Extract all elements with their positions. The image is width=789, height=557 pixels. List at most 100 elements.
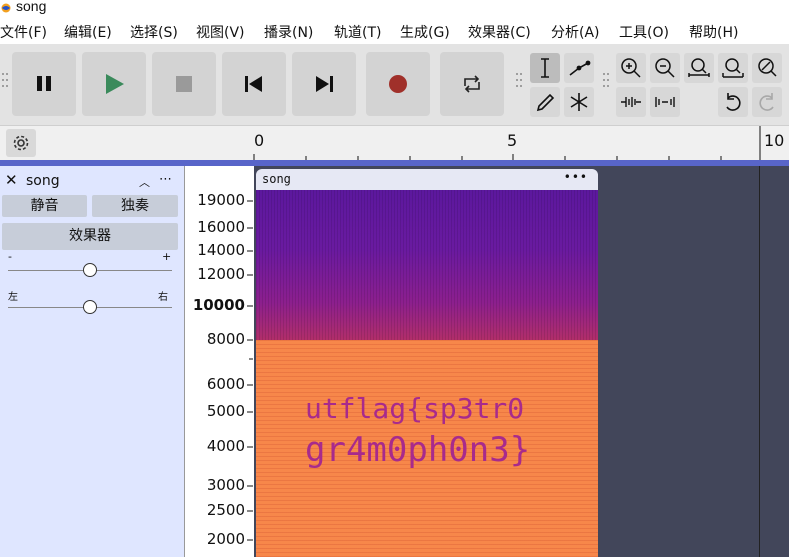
play-icon [106, 74, 124, 94]
multi-tool-button[interactable] [564, 87, 594, 117]
trim-outside-icon [621, 97, 641, 107]
frequency-scale[interactable]: 19000 16000 14000 12000 10000 8000 6000 … [185, 166, 254, 557]
zoom-out-button[interactable] [650, 53, 680, 83]
clip-header[interactable]: song ••• [256, 169, 598, 190]
scale-tick-label: 10000 [192, 296, 245, 314]
zoom-toggle-button[interactable] [752, 53, 782, 83]
skip-end-icon [316, 76, 333, 92]
menu-tools[interactable]: 工具(O) [619, 22, 669, 42]
scale-tick-label: 3000 [206, 476, 245, 494]
zoom-toggle-icon [758, 58, 777, 77]
scale-tick-label: 14000 [197, 241, 245, 259]
menu-tracks[interactable]: 轨道(T) [334, 22, 381, 42]
spectrogram-text-line-2: gr4m0ph0n3} [305, 430, 531, 470]
undo-button[interactable] [718, 87, 748, 117]
scale-tick-label: 6000 [206, 375, 245, 393]
window-title: song [16, 0, 47, 14]
ruler-label: 10 [764, 131, 785, 150]
trim-outside-button[interactable] [616, 87, 646, 117]
draw-tool-button[interactable] [530, 87, 560, 117]
gain-max-label: + [162, 250, 172, 263]
scale-tick-label: 19000 [197, 191, 245, 209]
selection-tool-icon [541, 58, 549, 78]
redo-button[interactable] [752, 87, 782, 117]
zoom-out-icon [655, 58, 675, 78]
loop-icon [464, 75, 480, 93]
silence-selection-icon [655, 97, 675, 107]
solo-button[interactable]: 独奏 [92, 195, 178, 217]
fit-selection-button[interactable] [684, 53, 714, 83]
spectrogram-high-band [256, 190, 598, 340]
menu-help[interactable]: 帮助(H) [689, 22, 738, 42]
record-button[interactable] [366, 52, 430, 116]
ruler-label: 5 [507, 131, 518, 150]
menu-view[interactable]: 视图(V) [196, 22, 245, 42]
skip-to-start-button[interactable] [222, 52, 286, 116]
envelope-tool-button[interactable] [564, 53, 594, 83]
scale-tick-label: 2500 [206, 501, 245, 519]
envelope-tool-icon [569, 60, 591, 76]
skip-to-end-button[interactable] [292, 52, 356, 116]
mute-button[interactable]: 静音 [2, 195, 87, 217]
toolbar [0, 44, 789, 125]
timeline-ruler[interactable]: 0 5 10 [0, 125, 789, 161]
toolbar-grip[interactable] [1, 70, 9, 98]
zoom-in-button[interactable] [616, 53, 646, 83]
pan-right-label: 右 [158, 292, 168, 303]
menu-bar: 文件(F) 编辑(E) 选择(S) 视图(V) 播录(N) 轨道(T) 生成(G… [0, 17, 789, 44]
pan-slider-thumb[interactable] [83, 300, 97, 314]
menu-file[interactable]: 文件(F) [0, 22, 47, 42]
track-clip-area[interactable]: song ••• utflag{sp3tr0 gr4m0ph0n3} [254, 166, 789, 557]
selection-tool-button[interactable] [530, 53, 560, 83]
menu-select[interactable]: 选择(S) [130, 22, 178, 42]
gain-slider-thumb[interactable] [83, 263, 97, 277]
spectrogram-text-line-1: utflag{sp3tr0 [305, 392, 525, 425]
close-track-icon[interactable]: ✕ [5, 173, 18, 188]
multi-tool-icon [570, 93, 588, 111]
menu-transport[interactable]: 播录(N) [264, 22, 313, 42]
fit-project-button[interactable] [718, 53, 748, 83]
scale-tick-label: 8000 [206, 330, 245, 348]
effects-button[interactable]: 效果器 [2, 223, 178, 250]
skip-start-icon [245, 76, 262, 92]
redo-icon [759, 93, 774, 111]
fit-project-icon [722, 58, 744, 78]
track-name[interactable]: song [26, 173, 60, 189]
collapse-track-icon[interactable]: ︿ [139, 174, 150, 190]
silence-selection-button[interactable] [650, 87, 680, 117]
spectrogram-view[interactable]: utflag{sp3tr0 gr4m0ph0n3} [256, 190, 598, 557]
scale-tick-label: 16000 [197, 218, 245, 236]
menu-effects[interactable]: 效果器(C) [468, 22, 531, 42]
stop-icon [176, 76, 192, 92]
title-bar: song [0, 0, 789, 17]
app-icon [1, 3, 11, 13]
clip-name[interactable]: song [262, 172, 291, 186]
record-icon [389, 75, 407, 93]
menu-edit[interactable]: 编辑(E) [64, 22, 112, 42]
pan-left-label: 左 [8, 292, 18, 303]
fit-selection-icon [688, 58, 710, 77]
track-control-panel: ✕ song ︿ ⋯ 静音 独奏 效果器 - + 左 右 [0, 166, 185, 557]
pause-icon [37, 76, 51, 91]
loop-button[interactable] [440, 52, 504, 116]
menu-analyze[interactable]: 分析(A) [551, 22, 600, 42]
undo-icon [726, 93, 741, 111]
menu-generate[interactable]: 生成(G) [400, 22, 450, 42]
stop-button[interactable] [152, 52, 216, 116]
play-button[interactable] [82, 52, 146, 116]
zoom-in-icon [621, 58, 641, 78]
ruler-label: 0 [254, 131, 265, 150]
playhead-line [759, 166, 760, 557]
track-menu-icon[interactable]: ⋯ [159, 172, 172, 187]
clip-menu-icon[interactable]: ••• [564, 170, 588, 184]
pause-button[interactable] [12, 52, 76, 116]
gain-min-label: - [8, 250, 12, 263]
scale-tick-label: 2000 [206, 530, 245, 548]
toolbar-grip[interactable] [602, 70, 610, 98]
scale-tick-label: 12000 [197, 265, 245, 283]
scale-tick-label: 5000 [206, 402, 245, 420]
toolbar-grip[interactable] [515, 70, 523, 98]
draw-tool-icon [536, 93, 555, 112]
ruler-ticks [253, 126, 761, 161]
scale-tick-label: 4000 [206, 437, 245, 455]
